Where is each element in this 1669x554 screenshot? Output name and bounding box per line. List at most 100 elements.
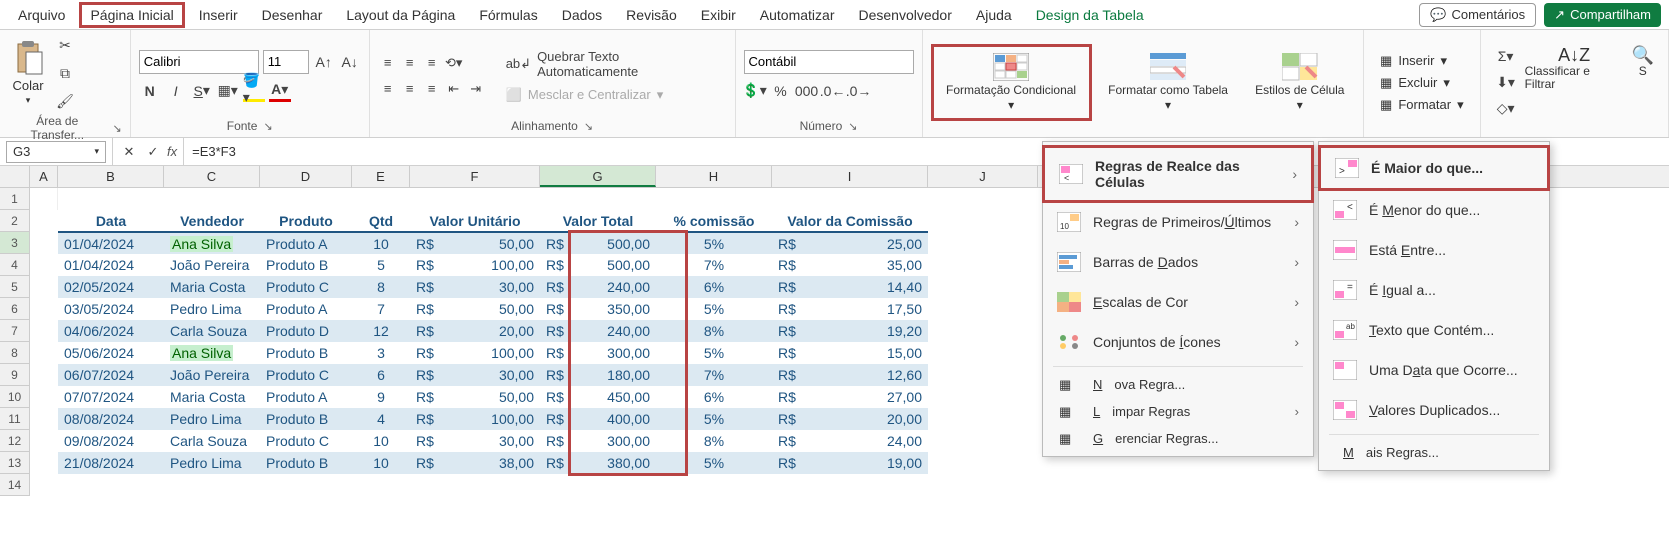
cell-valor-unitario[interactable]: R$50,00: [410, 386, 540, 408]
enter-formula-button[interactable]: ✓: [143, 142, 163, 162]
cell-vendedor[interactable]: Carla Souza: [164, 320, 260, 342]
cell-produto[interactable]: Produto B: [260, 408, 352, 430]
menu-color-scales[interactable]: Escalas de Cor ›: [1043, 282, 1313, 322]
cell-valor-unitario[interactable]: R$30,00: [410, 364, 540, 386]
menu-equal-to[interactable]: = É Igual a...: [1319, 270, 1549, 310]
row-header-11[interactable]: 11: [0, 408, 29, 430]
cell-vendedor[interactable]: Carla Souza: [164, 430, 260, 452]
fill-button[interactable]: ⬇▾: [1495, 72, 1517, 94]
cell-valor-comissao[interactable]: R$35,00: [772, 254, 928, 276]
cell-data[interactable]: 09/08/2024: [58, 430, 164, 452]
menu-manage-rules[interactable]: ▦Gerenciar Regras...: [1043, 425, 1313, 452]
cell-data[interactable]: 01/04/2024: [58, 254, 164, 276]
menu-clear-rules[interactable]: ▦Limpar Regras›: [1043, 398, 1313, 425]
table-row[interactable]: 01/04/2024 João Pereira Produto B 5 R$10…: [58, 254, 928, 276]
font-color-button[interactable]: A▾: [269, 80, 291, 102]
cell-comissao-pct[interactable]: 8%: [656, 430, 772, 452]
row-header-8[interactable]: 8: [0, 342, 29, 364]
menu-pagina-inicial[interactable]: Página Inicial: [79, 2, 184, 28]
menu-ajuda[interactable]: Ajuda: [966, 3, 1022, 27]
cell-valor-comissao[interactable]: R$15,00: [772, 342, 928, 364]
table-row[interactable]: 06/07/2024 João Pereira Produto C 6 R$30…: [58, 364, 928, 386]
cell-valor-comissao[interactable]: R$25,00: [772, 232, 928, 254]
cell-valor-comissao[interactable]: R$12,60: [772, 364, 928, 386]
cell-vendedor[interactable]: Ana Silva: [164, 342, 260, 364]
cell-qtd[interactable]: 6: [352, 364, 410, 386]
menu-duplicate-values[interactable]: Valores Duplicados...: [1319, 390, 1549, 430]
cell-produto[interactable]: Produto B: [260, 342, 352, 364]
cut-button[interactable]: ✂: [54, 34, 76, 56]
select-all-button[interactable]: [0, 166, 30, 187]
row-header-3[interactable]: 3: [0, 232, 29, 254]
align-middle-button[interactable]: ≡: [400, 53, 420, 73]
cell-valor-unitario[interactable]: R$50,00: [410, 232, 540, 254]
bold-button[interactable]: N: [139, 80, 161, 102]
cancel-formula-button[interactable]: ✕: [119, 142, 139, 162]
cell-comissao-pct[interactable]: 8%: [656, 320, 772, 342]
table-row[interactable]: 04/06/2024 Carla Souza Produto D 12 R$20…: [58, 320, 928, 342]
delete-button[interactable]: ▦Excluir ▾: [1378, 73, 1466, 93]
cell-valor-total[interactable]: R$300,00: [540, 342, 656, 364]
cell-qtd[interactable]: 8: [352, 276, 410, 298]
cell-qtd[interactable]: 12: [352, 320, 410, 342]
align-bottom-button[interactable]: ≡: [422, 53, 442, 73]
cell-valor-unitario[interactable]: R$100,00: [410, 342, 540, 364]
menu-dados[interactable]: Dados: [552, 3, 612, 27]
menu-desenhar[interactable]: Desenhar: [252, 3, 333, 27]
cell-vendedor[interactable]: Pedro Lima: [164, 408, 260, 430]
cell-comissao-pct[interactable]: 7%: [656, 254, 772, 276]
row-header-14[interactable]: 14: [0, 474, 29, 496]
percent-button[interactable]: %: [770, 80, 792, 102]
cell-data[interactable]: 03/05/2024: [58, 298, 164, 320]
menu-desenvolvedor[interactable]: Desenvolvedor: [848, 3, 961, 27]
col-header-I[interactable]: I: [772, 166, 928, 187]
cell-comissao-pct[interactable]: 6%: [656, 276, 772, 298]
insert-button[interactable]: ▦Inserir ▾: [1378, 51, 1466, 71]
table-row[interactable]: 07/07/2024 Maria Costa Produto A 9 R$50,…: [58, 386, 928, 408]
name-box[interactable]: G3 ▾: [6, 141, 106, 163]
menu-between[interactable]: Está Entre...: [1319, 230, 1549, 270]
col-header-A[interactable]: A: [30, 166, 58, 187]
cell-qtd[interactable]: 4: [352, 408, 410, 430]
menu-new-rule[interactable]: ▦Nova Regra...: [1043, 371, 1313, 398]
cell-qtd[interactable]: 3: [352, 342, 410, 364]
table-row[interactable]: 08/08/2024 Pedro Lima Produto B 4 R$100,…: [58, 408, 928, 430]
wrap-text-button[interactable]: ab↲ Quebrar Texto Automaticamente: [502, 47, 727, 81]
cell-valor-comissao[interactable]: R$14,40: [772, 276, 928, 298]
cell-valor-unitario[interactable]: R$20,00: [410, 320, 540, 342]
cell-data[interactable]: 08/08/2024: [58, 408, 164, 430]
cell-comissao-pct[interactable]: 5%: [656, 408, 772, 430]
menu-less-than[interactable]: < É Menor do que...: [1319, 190, 1549, 230]
cell-produto[interactable]: Produto C: [260, 276, 352, 298]
cell-vendedor[interactable]: Maria Costa: [164, 386, 260, 408]
cell-valor-comissao[interactable]: R$17,50: [772, 298, 928, 320]
cell-data[interactable]: 04/06/2024: [58, 320, 164, 342]
row-header-6[interactable]: 6: [0, 298, 29, 320]
cell-qtd[interactable]: 5: [352, 254, 410, 276]
decrease-font-button[interactable]: A↓: [339, 51, 361, 73]
cell-vendedor[interactable]: Pedro Lima: [164, 452, 260, 474]
row-header-1[interactable]: 1: [0, 188, 29, 210]
cell-produto[interactable]: Produto A: [260, 232, 352, 254]
cell-valor-total[interactable]: R$450,00: [540, 386, 656, 408]
menu-data-bars[interactable]: Barras de Dados ›: [1043, 242, 1313, 282]
find-select-button[interactable]: 🔍 S: [1632, 46, 1654, 79]
underline-button[interactable]: S▾: [191, 80, 213, 102]
cell-produto[interactable]: Produto B: [260, 452, 352, 474]
col-header-E[interactable]: E: [352, 166, 410, 187]
cell-produto[interactable]: Produto A: [260, 298, 352, 320]
dialog-launcher-icon[interactable]: ↘: [584, 120, 593, 133]
menu-text-contains[interactable]: ab Texto que Contém...: [1319, 310, 1549, 350]
autosum-button[interactable]: Σ▾: [1495, 46, 1517, 68]
increase-indent-button[interactable]: ⇥: [466, 79, 486, 99]
cell-valor-total[interactable]: R$350,00: [540, 298, 656, 320]
cell-data[interactable]: 21/08/2024: [58, 452, 164, 474]
cell-valor-unitario[interactable]: R$38,00: [410, 452, 540, 474]
row-header-10[interactable]: 10: [0, 386, 29, 408]
increase-decimal-button[interactable]: .0←: [822, 80, 844, 102]
dialog-launcher-icon[interactable]: ↘: [848, 120, 857, 133]
conditional-formatting-button[interactable]: Formatação Condicional ▾: [931, 44, 1092, 121]
table-row[interactable]: 03/05/2024 Pedro Lima Produto A 7 R$50,0…: [58, 298, 928, 320]
row-header-7[interactable]: 7: [0, 320, 29, 342]
row-header-4[interactable]: 4: [0, 254, 29, 276]
